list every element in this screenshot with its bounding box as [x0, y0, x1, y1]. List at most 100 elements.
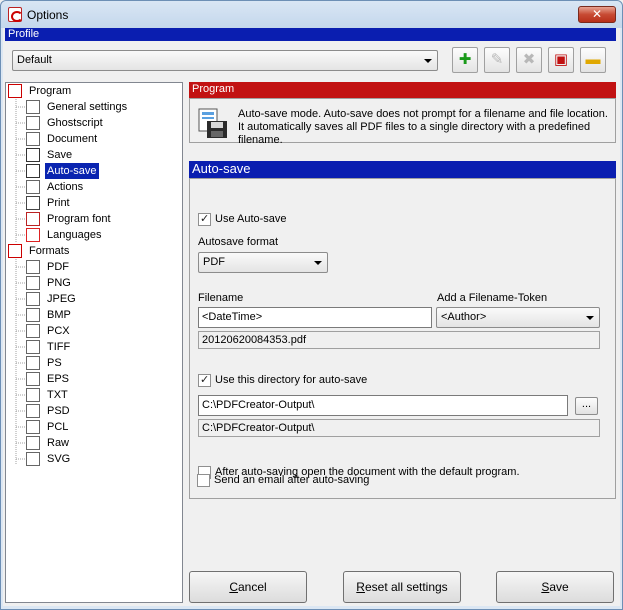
program-section-header: Program	[189, 82, 616, 98]
filename-token-value: <Author>	[441, 311, 487, 323]
pcl-file-icon	[26, 420, 40, 434]
reset-label-rest: eset all settings	[364, 580, 448, 594]
save-button[interactable]: Save	[496, 571, 614, 603]
directory-input[interactable]: C:\PDFCreator-Output\	[198, 395, 568, 416]
tree-item-label: JPEG	[47, 293, 76, 305]
svg-file-icon	[26, 452, 40, 466]
autosave-format-value: PDF	[203, 256, 225, 268]
tree-item-label: SVG	[47, 453, 71, 465]
options-window: Options ✕ Profile Default ✚ ✎ ✖ ▣ ▬ Program G…	[0, 0, 623, 610]
tree-item-label: Document	[47, 133, 98, 145]
tree-item-label: Actions	[47, 181, 84, 193]
save-profile-button[interactable]: ▣	[548, 47, 574, 73]
rename-profile-button[interactable]: ✎	[484, 47, 510, 73]
tree-item-label: BMP	[47, 309, 71, 321]
tree-item-label: PCX	[47, 325, 70, 337]
close-button[interactable]: ✕	[578, 6, 616, 23]
filename-label: Filename	[198, 292, 244, 304]
autosave-icon	[26, 164, 40, 178]
tree-item-label: TIFF	[47, 341, 71, 353]
tree-item-label: EPS	[47, 373, 70, 385]
png-file-icon	[26, 276, 40, 290]
profile-header: Profile	[5, 28, 616, 41]
bmp-file-icon	[26, 308, 40, 322]
tree-item-label: Raw	[47, 437, 70, 449]
send-email-label[interactable]: Send an email after auto-saving	[214, 474, 369, 486]
autosave-section-header: Auto-save	[189, 161, 616, 178]
autosave-format-dropdown[interactable]: PDF	[198, 252, 328, 273]
tree-item-label: Ghostscript	[47, 117, 103, 129]
floppy-icon	[26, 148, 40, 162]
filename-token-dropdown[interactable]: <Author>	[436, 307, 600, 328]
pdfcreator-icon	[8, 84, 22, 98]
delete-profile-button[interactable]: ✖	[516, 47, 542, 73]
floppy-icon: ▣	[553, 51, 569, 68]
plus-icon: ✚	[458, 51, 472, 68]
tree-item-label: PDF	[47, 261, 69, 273]
tree-item-label: General settings	[47, 101, 128, 113]
eps-file-icon	[26, 372, 40, 386]
folder-icon: ▬	[585, 51, 601, 68]
autosave-floppy-icon	[198, 108, 227, 138]
tree-item-label: Program font	[47, 213, 111, 225]
profile-dropdown[interactable]: Default	[12, 50, 438, 71]
title-bar[interactable]: Options ✕	[1, 1, 622, 28]
cancel-mnemonic: C	[229, 580, 238, 594]
program-description-text: Auto-save mode. Auto-save does not promp…	[238, 108, 608, 146]
filename-input[interactable]: <DateTime>	[198, 307, 432, 328]
settings-tree[interactable]: Program General settings Ghostscript Docume…	[5, 82, 183, 603]
formats-icon	[8, 244, 22, 258]
tiff-file-icon	[26, 340, 40, 354]
tree-item-label: Print	[47, 197, 70, 209]
reset-mnemonic: R	[356, 580, 365, 594]
tree-item-label: PCL	[47, 421, 69, 433]
pdf-file-icon	[26, 260, 40, 274]
use-autosave-label[interactable]: Use Auto-save	[215, 213, 287, 225]
txt-file-icon	[26, 388, 40, 402]
jpeg-file-icon	[26, 292, 40, 306]
chevron-down-icon	[586, 316, 594, 320]
document-icon	[26, 100, 40, 114]
chevron-down-icon	[314, 261, 322, 265]
tree-item-label: TXT	[47, 389, 68, 401]
use-autosave-checkbox[interactable]	[198, 212, 211, 226]
filename-token-label: Add a Filename-Token	[437, 292, 548, 304]
autosave-format-label: Autosave format	[198, 236, 279, 248]
chevron-down-icon	[424, 59, 432, 63]
filename-preview: 20120620084353.pdf	[198, 331, 600, 349]
tree-item-label: Save	[47, 149, 73, 161]
delete-icon: ✖	[522, 51, 536, 68]
tree-item-label: PS	[47, 357, 62, 369]
browse-directory-button[interactable]: ...	[575, 397, 598, 415]
ghostscript-icon	[26, 116, 40, 130]
directory-preview: C:\PDFCreator-Output\	[198, 419, 600, 437]
actions-icon	[26, 180, 40, 194]
tree-item-label: Formats	[29, 245, 70, 257]
use-directory-label[interactable]: Use this directory for auto-save	[215, 374, 367, 386]
cancel-label-rest: ancel	[237, 580, 267, 594]
open-profile-button[interactable]: ▬	[580, 47, 606, 73]
pcx-file-icon	[26, 324, 40, 338]
ps-file-icon	[26, 356, 40, 370]
font-icon	[26, 212, 40, 226]
tree-item-label: Program	[29, 85, 72, 97]
client-area: Profile Default ✚ ✎ ✖ ▣ ▬ Program General set…	[3, 28, 620, 606]
psd-file-icon	[26, 404, 40, 418]
pdfcreator-app-icon	[8, 7, 23, 22]
program-description-panel: Auto-save mode. Auto-save does not promp…	[189, 98, 616, 146]
use-directory-checkbox[interactable]	[198, 373, 211, 387]
tree-item-label: PSD	[47, 405, 70, 417]
send-email-checkbox[interactable]	[197, 474, 210, 487]
printer-icon	[26, 196, 40, 210]
cancel-button[interactable]: Cancel	[189, 571, 307, 603]
add-profile-button[interactable]: ✚	[452, 47, 478, 73]
autosave-panel: Use Auto-save Autosave format PDF Filena…	[189, 178, 616, 499]
window-title: Options	[27, 8, 69, 22]
tree-item-label: Languages	[47, 229, 102, 241]
tree-item-label: PNG	[47, 277, 71, 289]
raw-file-icon	[26, 436, 40, 450]
document-icon	[26, 132, 40, 146]
save-label-rest: ave	[549, 580, 569, 594]
tree-item-label: Auto-save	[45, 163, 99, 179]
reset-all-settings-button[interactable]: Reset all settings	[343, 571, 461, 603]
